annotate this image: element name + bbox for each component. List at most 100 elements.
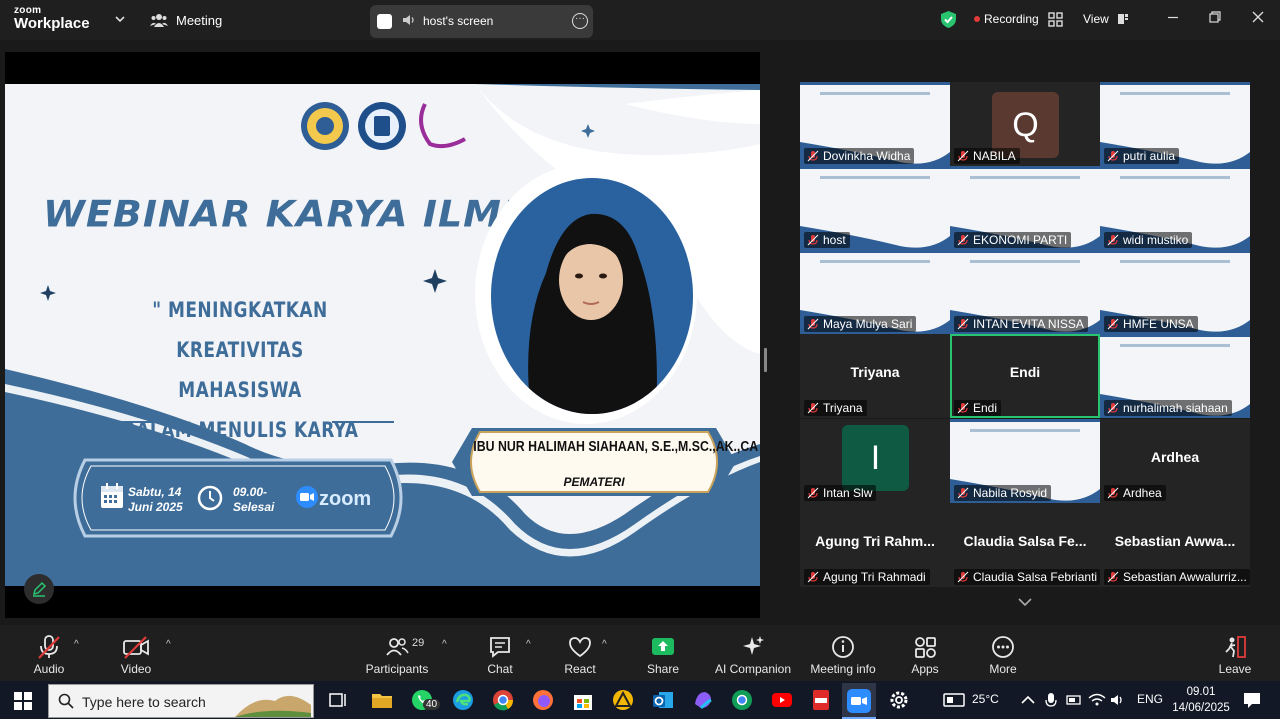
weather-icon[interactable] xyxy=(942,688,966,712)
windows-start-icon[interactable] xyxy=(14,692,32,710)
minimize-icon[interactable] xyxy=(1166,10,1180,24)
zoom-taskbar-button[interactable] xyxy=(842,683,876,719)
apps-button[interactable]: Apps xyxy=(907,625,943,676)
settings-gear-icon[interactable] xyxy=(887,688,911,712)
zoom-camera-icon xyxy=(296,486,318,508)
leave-button[interactable]: Leave xyxy=(1216,625,1254,676)
taskbar-clock[interactable]: 09.01 14/06/2025 xyxy=(1168,684,1234,716)
meeting-info-button[interactable]: Meeting info xyxy=(808,625,878,676)
view-button[interactable]: View xyxy=(1083,12,1129,26)
participant-name: Intan Slw xyxy=(823,486,873,500)
event-time: 09.00- Selesai xyxy=(233,485,274,515)
participant-tile[interactable]: Maya Mulya Sari xyxy=(800,250,950,334)
task-view-icon[interactable] xyxy=(326,688,350,712)
microsoft-365-icon[interactable] xyxy=(691,688,715,712)
chrome-icon[interactable] xyxy=(491,688,515,712)
edge-browser-icon[interactable] xyxy=(451,688,475,712)
input-language-indicator[interactable]: ENG xyxy=(1137,692,1163,706)
meeting-menu-button[interactable]: Meeting xyxy=(150,12,222,28)
participants-button[interactable]: Participants xyxy=(365,625,429,676)
participant-tile[interactable]: Claudia Salsa Fe... Claudia Salsa Febrian… xyxy=(950,503,1100,587)
volume-icon[interactable] xyxy=(1108,688,1128,712)
audio-button[interactable]: Audio xyxy=(28,625,70,676)
chevron-down-icon[interactable] xyxy=(114,13,126,25)
participant-tile[interactable]: host xyxy=(800,166,950,250)
share-button[interactable]: Share xyxy=(643,625,683,676)
temperature-readout[interactable]: 25°C xyxy=(972,692,999,706)
muted-mic-icon xyxy=(1107,487,1119,499)
split-view-handle[interactable] xyxy=(764,348,767,372)
firefox-icon[interactable] xyxy=(531,688,555,712)
audio-options-caret-icon[interactable]: ^ xyxy=(74,639,79,650)
react-button[interactable]: React xyxy=(560,625,600,676)
pdf-reader-icon[interactable] xyxy=(809,688,833,712)
chat-options-caret-icon[interactable]: ^ xyxy=(526,639,531,650)
chevron-down-icon[interactable] xyxy=(1017,596,1033,608)
battery-icon[interactable] xyxy=(1064,688,1084,712)
ai-companion-button[interactable]: AI Companion xyxy=(714,625,792,676)
encryption-shield-icon[interactable] xyxy=(940,10,957,29)
share-status-pill[interactable]: host's screen ··· xyxy=(370,5,593,38)
warning-app-icon[interactable] xyxy=(611,688,635,712)
chat-button[interactable]: Chat xyxy=(482,625,518,676)
audio-label: Audio xyxy=(33,662,65,676)
participant-tile[interactable]: HMFE UNSA xyxy=(1100,250,1250,334)
more-options-icon[interactable]: ··· xyxy=(572,13,588,29)
participants-options-caret-icon[interactable]: ^ xyxy=(442,639,447,650)
participant-tile[interactable]: Agung Tri Rahm... Agung Tri Rahmadi xyxy=(800,503,950,587)
react-options-caret-icon[interactable]: ^ xyxy=(602,639,607,650)
close-icon[interactable] xyxy=(1251,10,1265,24)
recording-dot-icon xyxy=(974,16,980,22)
tray-chevron-up-icon[interactable] xyxy=(1018,688,1038,712)
taskbar-search-box[interactable]: Type here to search xyxy=(48,684,314,718)
notification-center-icon[interactable] xyxy=(1240,688,1264,712)
participant-tile[interactable]: Triyana Triyana xyxy=(800,334,950,418)
participant-display-name: Triyana xyxy=(850,364,900,380)
video-options-caret-icon[interactable]: ^ xyxy=(166,639,171,650)
restore-icon[interactable] xyxy=(1208,10,1222,24)
microsoft-store-icon[interactable] xyxy=(571,688,595,712)
annotate-button[interactable] xyxy=(24,574,54,604)
participant-display-name: Endi xyxy=(1009,364,1041,380)
video-button[interactable]: Video xyxy=(115,625,157,676)
participant-tile[interactable]: widi mustiko xyxy=(1100,166,1250,250)
participant-tile[interactable]: Ardhea Ardhea xyxy=(1100,419,1250,503)
participant-tile[interactable]: EKONOMI PARTI xyxy=(950,166,1100,250)
participant-tile[interactable]: INTAN EVITA NISSA xyxy=(950,250,1100,334)
participant-tile[interactable]: Sebastian Awwa... Sebastian Awwalurriz... xyxy=(1100,503,1250,587)
participant-name-label: Agung Tri Rahmadi xyxy=(804,569,930,585)
participant-name-label: Ardhea xyxy=(1104,485,1166,501)
speaker-name: IBU NUR HALIMAH SIAHAAN, S.E.,M.SC.,AK.,… xyxy=(473,439,759,455)
recording-indicator[interactable]: Recording xyxy=(974,12,1039,26)
chrome-profile-icon[interactable] xyxy=(730,688,754,712)
recording-label: Recording xyxy=(984,12,1039,26)
tray-mic-icon[interactable] xyxy=(1041,688,1061,712)
time-line: 09.00- xyxy=(233,485,268,499)
participant-tile[interactable]: I Intan Slw xyxy=(800,419,950,503)
stop-view-icon[interactable] xyxy=(377,14,392,29)
zoom-app-icon xyxy=(847,689,871,713)
participant-tile[interactable]: Q NABILA xyxy=(950,82,1100,166)
view-label: View xyxy=(1083,12,1109,26)
video-off-icon xyxy=(123,636,149,659)
wifi-icon[interactable] xyxy=(1087,688,1107,712)
participant-tile[interactable]: Dovinkha Widha xyxy=(800,82,950,166)
share-label: Share xyxy=(646,662,680,676)
participant-display-name: Agung Tri Rahm... xyxy=(815,533,935,549)
participant-tile[interactable]: Nabila Rosyid xyxy=(950,419,1100,503)
clock-icon xyxy=(197,485,223,511)
muted-mic-icon xyxy=(957,487,969,499)
file-explorer-icon[interactable] xyxy=(370,688,394,712)
speaker-icon[interactable] xyxy=(402,13,416,27)
participant-name-label: INTAN EVITA NISSA xyxy=(954,316,1088,332)
participant-tile[interactable]: putri aulia xyxy=(1100,82,1250,166)
outlook-icon[interactable] xyxy=(651,688,675,712)
more-button[interactable]: More xyxy=(985,625,1021,676)
youtube-icon[interactable] xyxy=(770,688,794,712)
participant-name-label: Dovinkha Widha xyxy=(804,148,915,164)
participant-tile[interactable]: nurhalimah siahaan xyxy=(1100,334,1250,418)
participant-name-label: Endi xyxy=(954,400,1002,416)
gallery-grid-icon[interactable] xyxy=(1048,12,1063,27)
participant-tile[interactable]: Endi Endi xyxy=(950,334,1100,418)
search-placeholder: Type here to search xyxy=(82,694,206,710)
